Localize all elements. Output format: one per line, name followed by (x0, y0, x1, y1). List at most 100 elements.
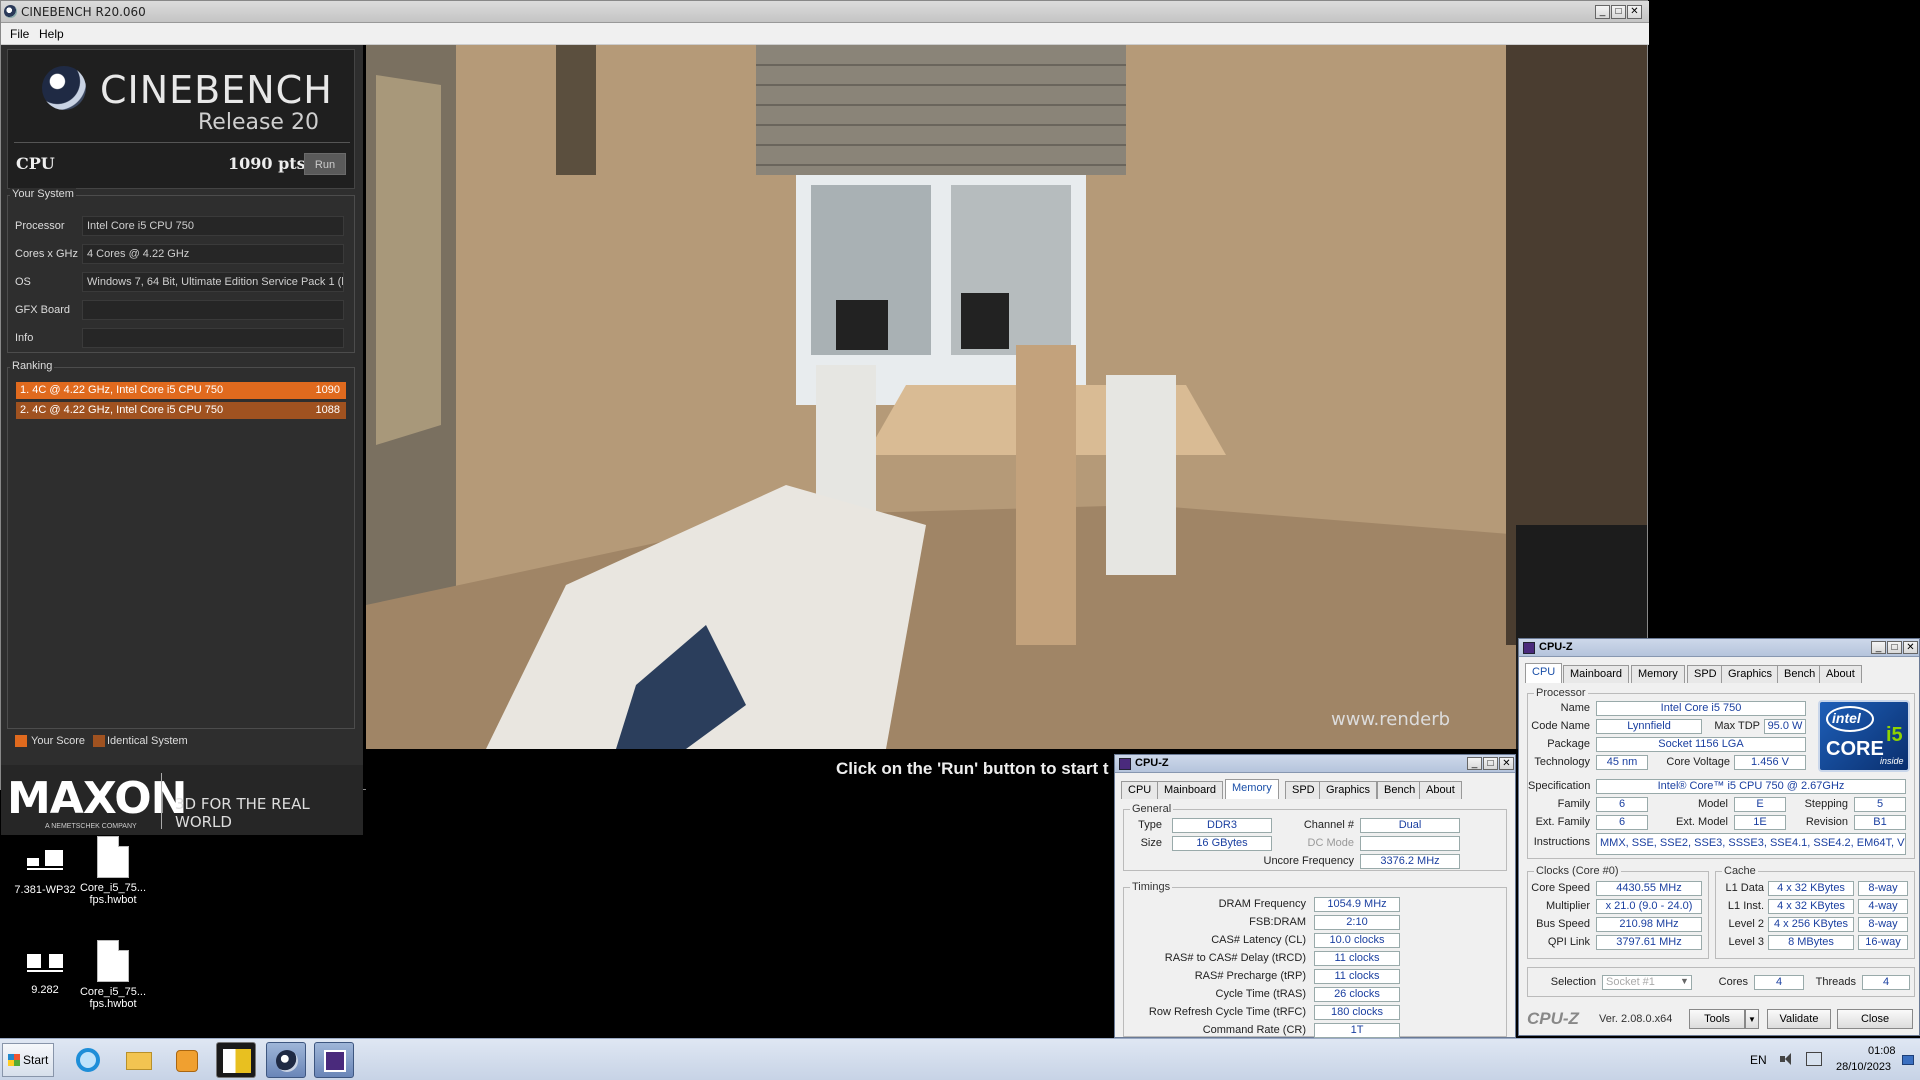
timing-label: Row Refresh Cycle Time (tRFC) (1148, 1006, 1306, 1018)
minimize-button[interactable]: _ (1467, 757, 1482, 770)
channel-value: Dual (1360, 818, 1460, 833)
tab-about[interactable]: About (1819, 665, 1862, 683)
close-dialog-button[interactable]: Close (1837, 1009, 1913, 1029)
minimize-button[interactable]: _ (1871, 641, 1886, 654)
technology-label: Technology (1534, 756, 1590, 768)
file-explorer-icon[interactable] (118, 1042, 158, 1078)
size-label: Size (1140, 837, 1162, 849)
desktop-icon[interactable]: Core_i5_75... fps.hwbot (68, 940, 158, 1010)
tab-bench[interactable]: Bench (1377, 781, 1423, 799)
cache-label: L1 Inst. (1727, 900, 1764, 912)
clocks-group: Clocks (Core #0) Core Speed 4430.55 MHz … (1527, 865, 1709, 959)
cpuz-memory-window: CPU-Z _ □ ✕ CPU Mainboard Memory SPD Gra… (1114, 754, 1516, 1038)
selection-label: Selection (1550, 976, 1596, 988)
tab-bar: CPU Mainboard Memory SPD Graphics Bench … (1121, 779, 1511, 799)
group-title: Processor (1534, 687, 1588, 699)
model-label: Model (1698, 798, 1728, 810)
spec-value: Intel® Core™ i5 CPU 750 @ 2.67GHz (1596, 779, 1906, 794)
minimize-button[interactable]: _ (1595, 5, 1610, 19)
tab-cpu[interactable]: CPU (1525, 663, 1563, 683)
os-value: Windows 7, 64 Bit, Ultimate Edition Serv… (82, 272, 344, 292)
tab-about[interactable]: About (1419, 781, 1462, 799)
maxon-logo: MAXON (7, 773, 187, 824)
media-player-icon[interactable] (166, 1042, 206, 1078)
ranking-row[interactable]: 1. 4C @ 4.22 GHz, Intel Core i5 CPU 750 … (16, 382, 346, 399)
close-button[interactable]: ✕ (1903, 641, 1918, 654)
render-viewport: www.renderb (366, 45, 1647, 749)
desktop-icon[interactable]: Core_i5_75... fps.hwbot (68, 836, 158, 906)
maximize-button[interactable]: □ (1611, 5, 1626, 19)
notification-icon[interactable] (1902, 1055, 1914, 1065)
cores-label: Cores x GHz (15, 248, 78, 260)
tab-cpu[interactable]: CPU (1121, 781, 1159, 799)
intel-text: intel (1832, 710, 1861, 726)
selection-dropdown[interactable]: Socket #1 (1602, 975, 1692, 990)
tab-memory[interactable]: Memory (1225, 779, 1279, 799)
cpuz-app-icon (1119, 758, 1131, 770)
cpuz-titlebar[interactable]: CPU-Z _ □ ✕ (1115, 755, 1515, 773)
tab-mainboard[interactable]: Mainboard (1157, 781, 1223, 799)
cpuz-titlebar[interactable]: CPU-Z _ □ ✕ (1519, 639, 1919, 657)
screenshot-thumbnail-icon (23, 950, 67, 976)
maximize-button[interactable]: □ (1887, 641, 1902, 654)
cpu-score: 1090 pts (228, 154, 306, 173)
tab-mainboard[interactable]: Mainboard (1563, 665, 1629, 683)
validate-button[interactable]: Validate (1767, 1009, 1831, 1029)
speaker-icon[interactable] (1780, 1052, 1794, 1066)
clock-date[interactable]: 28/10/2023 (1836, 1061, 1891, 1073)
benchmate-icon[interactable] (216, 1042, 256, 1078)
window-title: CPU-Z (1539, 641, 1573, 653)
tools-dropdown-button[interactable]: ▼ (1745, 1009, 1759, 1029)
internet-explorer-icon[interactable] (68, 1042, 108, 1078)
tab-graphics[interactable]: Graphics (1319, 781, 1378, 799)
name-label: Name (1560, 702, 1590, 714)
menu-file[interactable]: File (10, 27, 29, 41)
cpuz-taskbar-icon[interactable] (314, 1042, 354, 1078)
maxtdp-value: 95.0 W (1764, 719, 1806, 734)
close-button[interactable]: ✕ (1627, 5, 1642, 19)
timing-label: Command Rate (CR) (1202, 1024, 1306, 1036)
network-icon[interactable] (1806, 1052, 1822, 1066)
tab-spd[interactable]: SPD (1687, 665, 1724, 683)
ranking-score: 1090 (315, 384, 340, 396)
stepping-value: 5 (1854, 797, 1906, 812)
cpuz-cpu-window: CPU-Z _ □ ✕ CPU Mainboard Memory SPD Gra… (1518, 638, 1920, 1036)
menu-help[interactable]: Help (39, 27, 64, 41)
qpilink-label: QPI Link (1547, 936, 1590, 948)
intel-core-i5-logo: intel CORE i5 inside (1818, 700, 1910, 772)
run-button[interactable]: Run (304, 153, 346, 175)
start-button[interactable]: Start (2, 1043, 54, 1077)
general-group: General Type DDR3 Size 16 GBytes Channel… (1123, 803, 1507, 871)
cinebench-app-icon (4, 5, 17, 18)
divider (161, 773, 162, 829)
tab-memory[interactable]: Memory (1631, 665, 1685, 683)
timing-value: 2:10 (1314, 915, 1400, 930)
close-button[interactable]: ✕ (1499, 757, 1514, 770)
timing-value: 26 clocks (1314, 987, 1400, 1002)
cpu-test-label: CPU (16, 154, 55, 173)
tab-graphics[interactable]: Graphics (1721, 665, 1780, 683)
windows-logo-icon (8, 1054, 20, 1066)
tab-bench[interactable]: Bench (1777, 665, 1823, 683)
processor-value: Intel Core i5 CPU 750 (82, 216, 344, 236)
uncore-label: Uncore Frequency (1263, 855, 1355, 867)
maxon-footer: MAXON A NEMETSCHEK COMPANY 3D FOR THE RE… (1, 765, 363, 835)
timings-group: Timings DRAM Frequency 1054.9 MHz FSB:DR… (1123, 881, 1507, 1038)
maximize-button[interactable]: □ (1483, 757, 1498, 770)
size-value: 16 GBytes (1172, 836, 1272, 851)
cinebench-titlebar[interactable]: CINEBENCH R20.060 _ □ ✕ (1, 1, 1649, 23)
divider (14, 142, 350, 143)
extfamily-value: 6 (1596, 815, 1648, 830)
ranking-row[interactable]: 2. 4C @ 4.22 GHz, Intel Core i5 CPU 750 … (16, 402, 346, 419)
timing-value: 10.0 clocks (1314, 933, 1400, 948)
instructions-value: MMX, SSE, SSE2, SSE3, SSSE3, SSE4.1, SSE… (1596, 833, 1906, 855)
cache-way: 8-way (1858, 917, 1908, 932)
ranking-title: Ranking (10, 360, 55, 372)
tools-button[interactable]: Tools (1689, 1009, 1745, 1029)
clock-time[interactable]: 01:08 (1868, 1045, 1896, 1057)
language-indicator[interactable]: EN (1750, 1053, 1767, 1067)
tab-spd[interactable]: SPD (1285, 781, 1322, 799)
cinebench-taskbar-icon[interactable] (266, 1042, 306, 1078)
desktop-icon-label: Core_i5_75... fps.hwbot (79, 986, 147, 1010)
timing-label: CAS# Latency (CL) (1211, 934, 1306, 946)
